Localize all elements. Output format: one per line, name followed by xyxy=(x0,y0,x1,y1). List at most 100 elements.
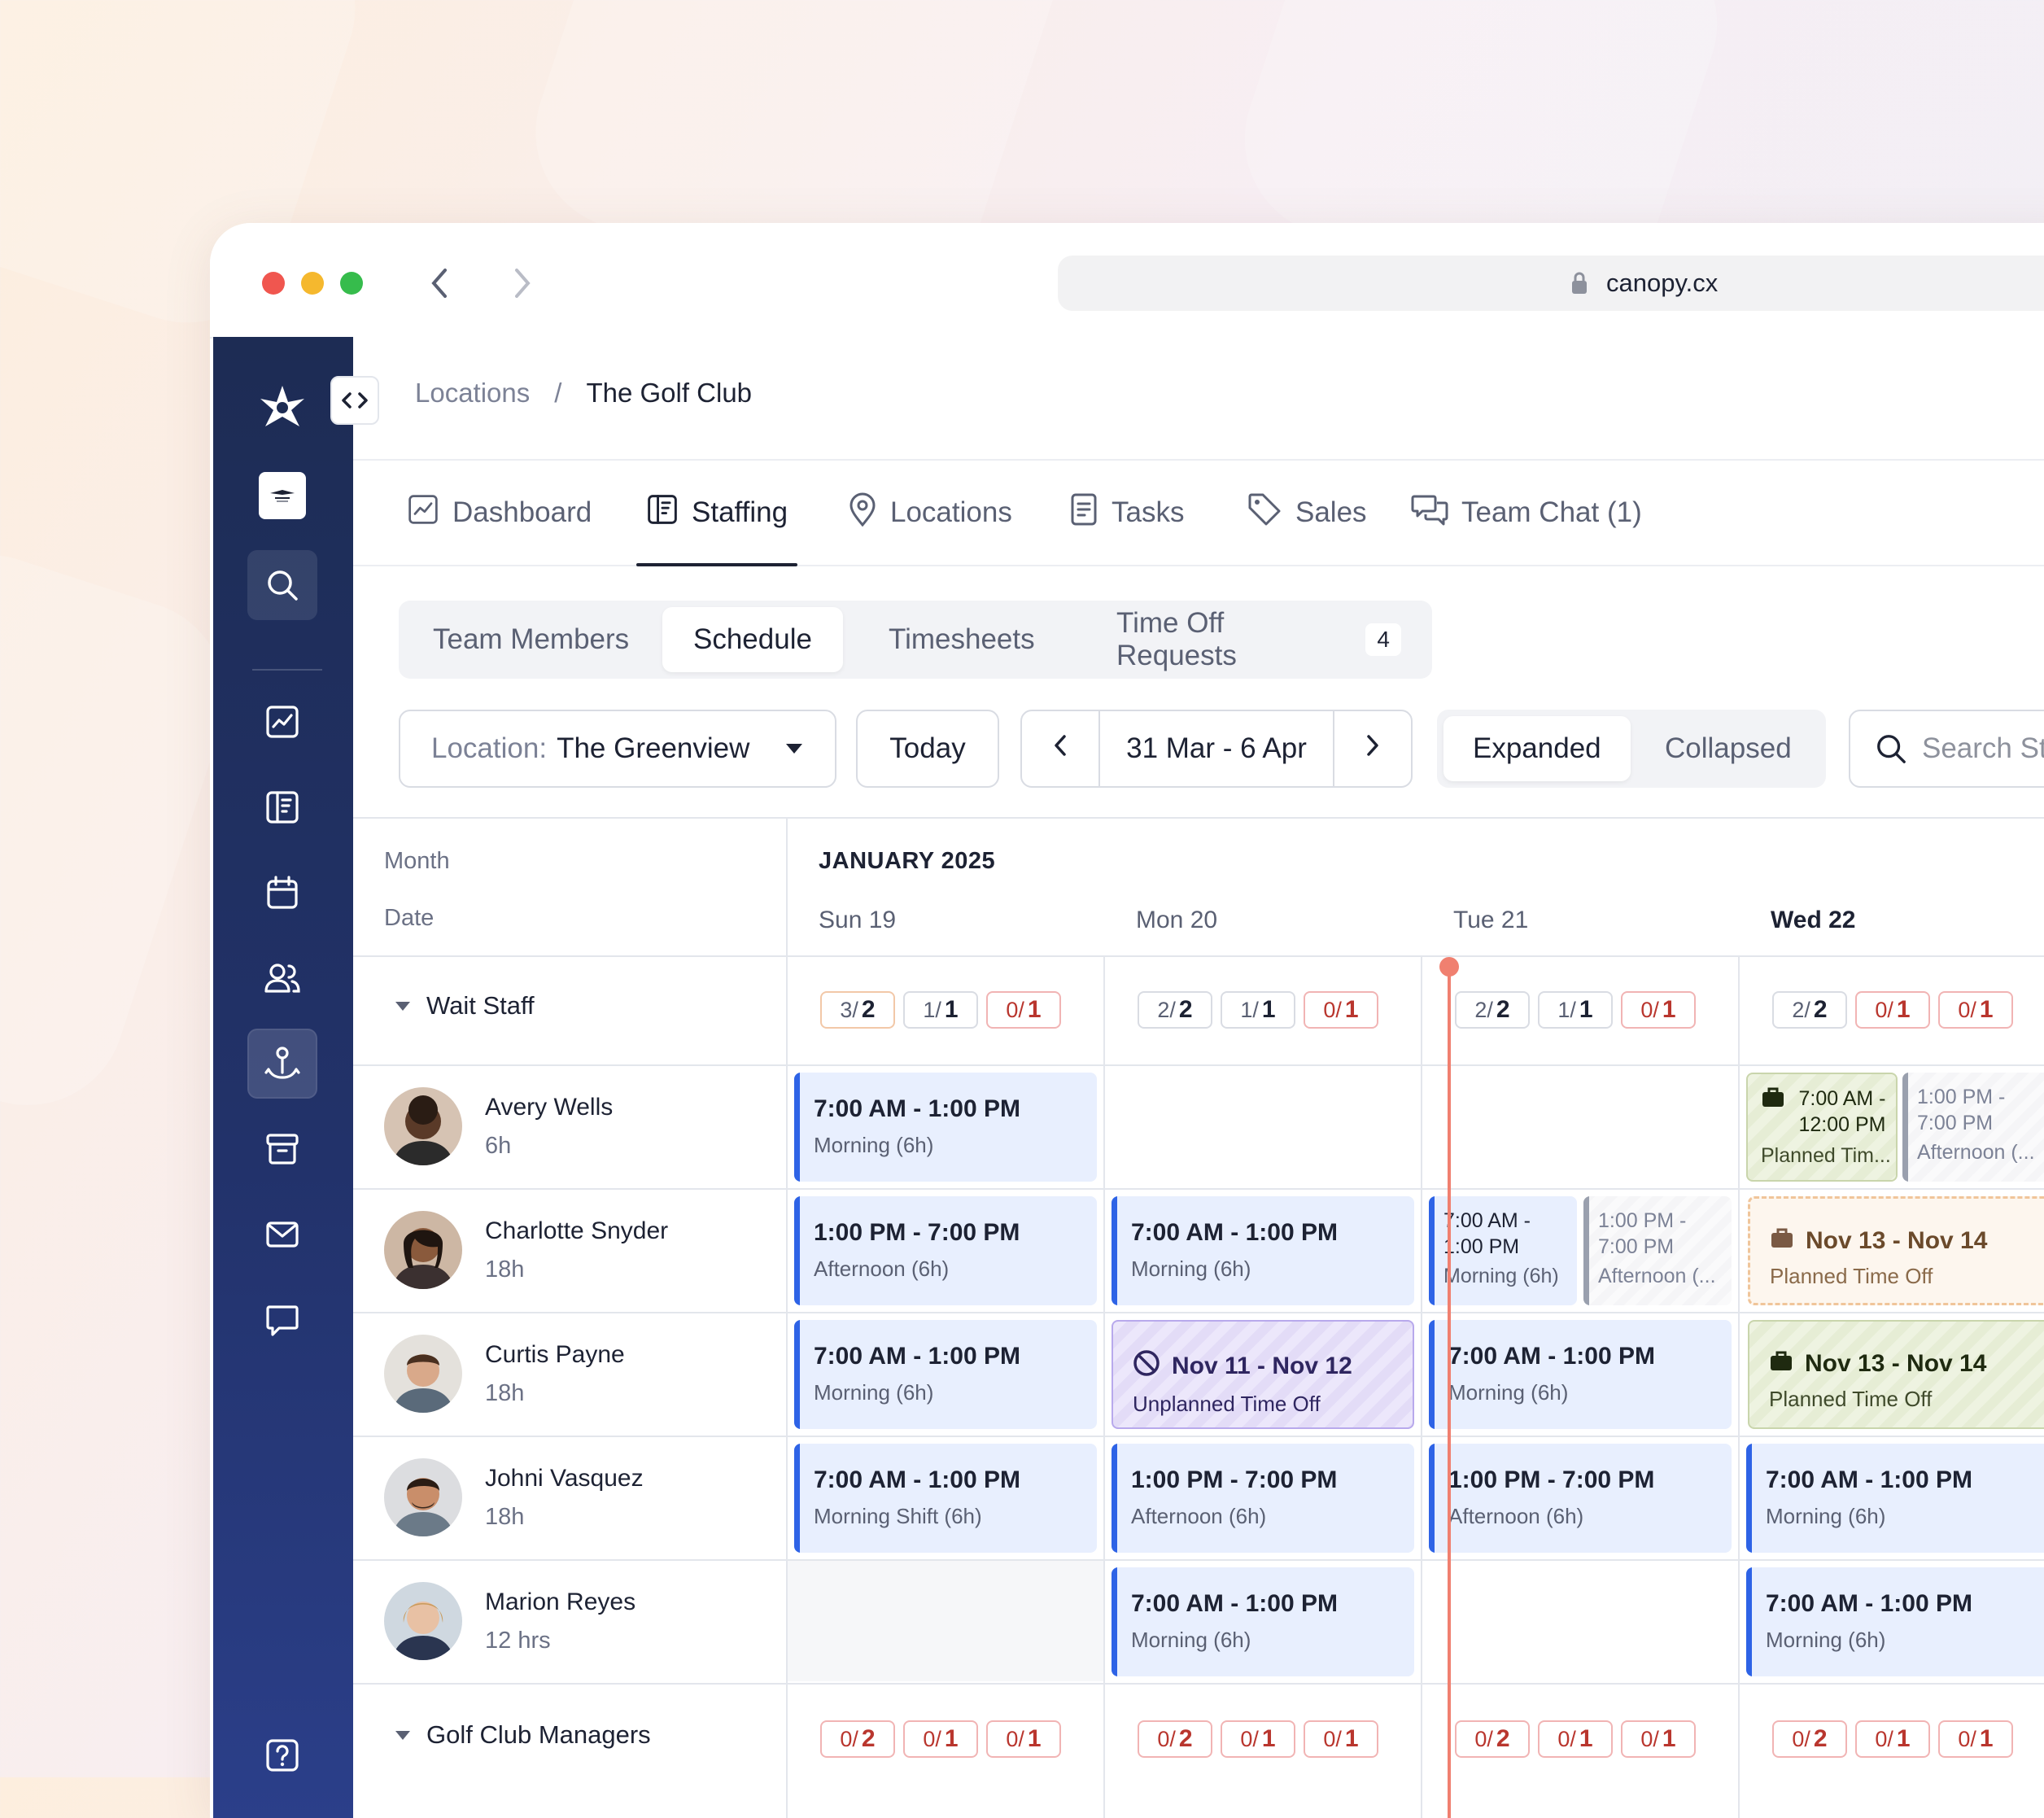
subtab-time-off-requests[interactable]: Time Off Requests 4 xyxy=(1085,607,1432,672)
shift-time: 7:00 AM - 1:00 PM xyxy=(1131,1590,1338,1617)
logo-icon[interactable] xyxy=(247,373,317,443)
planned-time-off-block[interactable]: Nov 13 - Nov 14 Planned Time Off xyxy=(1748,1320,2044,1429)
date-range-label[interactable]: 31 Mar - 6 Apr xyxy=(1100,732,1333,765)
coverage-count: 0/2 xyxy=(1455,1720,1530,1758)
chevron-left-icon xyxy=(1052,732,1068,765)
staff-row-avery-wells[interactable]: Avery Wells 6h xyxy=(384,1087,613,1165)
coverage-count: 2/2 xyxy=(1138,991,1212,1029)
view-expanded-option[interactable]: Expanded xyxy=(1443,716,1631,781)
shift-block[interactable]: 7:00 AM - 1:00 PM Morning (6h) xyxy=(1429,1320,1732,1429)
today-button[interactable]: Today xyxy=(856,710,999,788)
tab-sales[interactable]: Sales xyxy=(1247,461,1367,565)
shift-block[interactable]: 7:00 AM - 1:00 PM Morning (6h) xyxy=(1112,1567,1414,1676)
tab-tasks[interactable]: Tasks xyxy=(1069,461,1184,565)
tab-dashboard[interactable]: Dashboard xyxy=(407,461,592,565)
browser-window: canopy.cx Locations / The Golf Club Dash… xyxy=(210,223,2044,1818)
subtab-timesheets[interactable]: Timesheets xyxy=(858,607,1066,672)
staff-row-marion-reyes[interactable]: Marion Reyes 12 hrs xyxy=(384,1582,635,1660)
avatar xyxy=(384,1211,462,1289)
sidebar-users-icon[interactable] xyxy=(247,943,317,1013)
next-week-button[interactable] xyxy=(1333,711,1411,786)
count-required: 1 xyxy=(1344,996,1359,1023)
prev-week-button[interactable] xyxy=(1022,711,1100,786)
planned-time-off-block[interactable]: 7:00 AM - 12:00 PM Planned Tim... xyxy=(1746,1073,1898,1182)
shift-block[interactable]: 7:00 AM - 1:00 PM Morning (6h) xyxy=(1429,1196,1577,1305)
time-off-label: Planned Time Off xyxy=(1770,1264,1933,1288)
shift-block[interactable]: 7:00 AM - 1:00 PM Morning (6h) xyxy=(1112,1196,1414,1305)
count-filled: 0 xyxy=(840,1726,853,1751)
shift-label: Afternoon (6h) xyxy=(1448,1504,1584,1528)
close-window-dot[interactable] xyxy=(262,272,285,295)
shift-block[interactable]: 7:00 AM - 1:00 PM Morning (6h) xyxy=(1746,1567,2044,1676)
location-select[interactable]: Location: The Greenview xyxy=(399,710,836,788)
sub-tabs: Team Members Schedule Timesheets Time Of… xyxy=(399,601,1432,679)
sidebar-archive-icon[interactable] xyxy=(247,1114,317,1184)
address-bar[interactable]: canopy.cx xyxy=(1058,256,2044,311)
subtab-schedule[interactable]: Schedule xyxy=(662,607,843,672)
shift-block[interactable]: 1:00 PM - 7:00 PM Afternoon (6h) xyxy=(1429,1444,1732,1553)
staff-hours: 18h xyxy=(485,1379,525,1406)
tab-staffing[interactable]: Staffing xyxy=(636,461,798,566)
sidebar-chat-icon[interactable] xyxy=(247,1285,317,1355)
group-wait-staff[interactable]: Wait Staff xyxy=(395,991,535,1020)
staff-hours: 12 hrs xyxy=(485,1627,551,1654)
staff-row-curtis-payne[interactable]: Curtis Payne 18h xyxy=(384,1335,625,1413)
count-filled: 0 xyxy=(1640,997,1653,1022)
shift-block[interactable]: 1:00 PM - 7:00 PM Afternoon (... xyxy=(1902,1073,2044,1182)
empty-cell[interactable] xyxy=(788,1561,1103,1681)
time-off-dates: Nov 13 - Nov 14 xyxy=(1769,1349,2044,1379)
minimize-window-dot[interactable] xyxy=(301,272,324,295)
breadcrumb-current: The Golf Club xyxy=(586,378,753,408)
staff-row-charlotte-snyder[interactable]: Charlotte Snyder 18h xyxy=(384,1211,668,1289)
coverage-count: 0/1 xyxy=(1304,1720,1378,1758)
coverage-counts-wed: 0/2 0/1 0/1 xyxy=(1772,1720,2013,1758)
breadcrumb-locations-link[interactable]: Locations xyxy=(415,378,530,409)
view-toggle: Expanded Collapsed xyxy=(1437,710,1826,788)
shift-block[interactable]: 1:00 PM - 7:00 PM Afternoon (6h) xyxy=(794,1196,1097,1305)
planned-time-off-block[interactable]: Nov 13 - Nov 14 Planned Time Off xyxy=(1748,1196,2044,1305)
coverage-count: 0/2 xyxy=(820,1720,895,1758)
back-arrow-icon[interactable] xyxy=(417,260,462,306)
browser-chrome: canopy.cx xyxy=(210,223,2044,339)
sidebar-mail-icon[interactable] xyxy=(247,1200,317,1270)
count-filled: 0 xyxy=(1323,1726,1336,1751)
staff-row-johni-vasquez[interactable]: Johni Vasquez 18h xyxy=(384,1458,644,1536)
shift-block[interactable]: 7:00 AM - 1:00 PM Morning (6h) xyxy=(794,1320,1097,1429)
group-golf-club-managers[interactable]: Golf Club Managers xyxy=(395,1720,651,1750)
shift-block[interactable]: 1:00 PM - 7:00 PM Afternoon (6h) xyxy=(1112,1444,1414,1553)
shift-label: Morning (6h) xyxy=(1766,1504,1886,1528)
sidebar-search-icon[interactable] xyxy=(247,550,317,620)
sidebar-locations-icon[interactable] xyxy=(247,1029,317,1099)
shift-block[interactable]: 7:00 AM - 1:00 PM Morning (6h) xyxy=(794,1073,1097,1182)
time-off-label: Unplanned Time Off xyxy=(1133,1392,1321,1416)
shift-label: Morning (6h) xyxy=(814,1133,934,1157)
sidebar-calendar-icon[interactable] xyxy=(247,858,317,928)
forward-arrow-icon[interactable] xyxy=(500,260,545,306)
shift-block[interactable]: 1:00 PM - 7:00 PM Afternoon (... xyxy=(1583,1196,1732,1305)
month-title: JANUARY 2025 xyxy=(819,848,996,874)
shift-time: 7:00 AM - 1:00 PM xyxy=(1766,1590,1972,1617)
unplanned-time-off-block[interactable]: Nov 11 - Nov 12 Unplanned Time Off xyxy=(1112,1320,1414,1429)
sidebar-help-icon[interactable] xyxy=(247,1720,317,1790)
shift-block[interactable]: 7:00 AM - 1:00 PM Morning Shift (6h) xyxy=(794,1444,1097,1553)
shift-label: Afternoon (... xyxy=(1917,1141,2035,1164)
subtab-team-members[interactable]: Team Members xyxy=(402,607,660,672)
maximize-window-dot[interactable] xyxy=(340,272,363,295)
organization-logo-icon[interactable] xyxy=(247,461,317,531)
avatar xyxy=(384,1335,462,1413)
count-filled: 0 xyxy=(1875,997,1888,1022)
tag-icon xyxy=(1247,492,1282,535)
tab-team-chat[interactable]: Team Chat (1) xyxy=(1411,461,1642,565)
sidebar-toggle-button[interactable] xyxy=(330,376,379,425)
briefcase-icon xyxy=(1769,1349,1793,1379)
sidebar-dashboard-icon[interactable] xyxy=(247,687,317,757)
shift-time: 7:00 AM - 1:00 PM xyxy=(1443,1209,1531,1258)
search-staff-input[interactable]: Search St xyxy=(1849,710,2044,788)
tab-locations[interactable]: Locations xyxy=(848,461,1012,565)
shift-time: 1:00 PM - 7:00 PM xyxy=(1917,1086,2006,1134)
grid-divider xyxy=(353,1436,2044,1437)
view-collapsed-option[interactable]: Collapsed xyxy=(1636,716,1821,781)
coverage-counts-tue: 2/2 1/1 0/1 xyxy=(1455,991,1696,1029)
sidebar-staffing-icon[interactable] xyxy=(247,772,317,842)
shift-block[interactable]: 7:00 AM - 1:00 PM Morning (6h) xyxy=(1746,1444,2044,1553)
